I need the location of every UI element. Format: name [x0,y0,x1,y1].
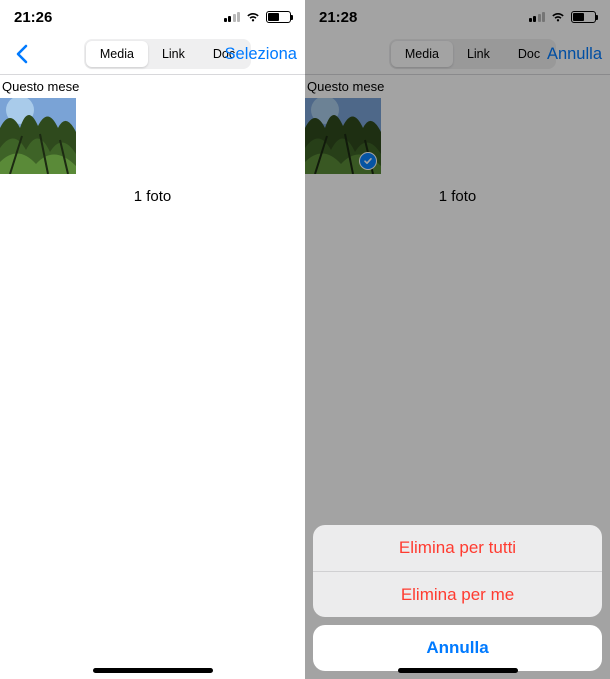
media-grid [0,98,305,174]
nav-bar: Media Link Doc Annulla [305,34,610,74]
battery-icon [266,11,291,23]
home-indicator[interactable] [398,668,518,673]
screen-left: 21:26 Media Link Doc Seleziona Questo me… [0,0,305,679]
tab-link[interactable]: Link [148,41,199,67]
back-button[interactable] [6,44,36,64]
cellular-signal-icon [224,12,241,22]
media-thumbnail[interactable] [0,98,76,174]
nav-bar: Media Link Doc Seleziona [0,34,305,74]
photo-count: 1 foto [305,188,610,205]
section-header: Questo mese [305,75,610,98]
wifi-icon [550,11,566,23]
media-grid [305,98,610,174]
action-sheet-group: Elimina per tutti Elimina per me [313,525,602,617]
media-thumbnail[interactable] [305,98,381,174]
action-sheet: Elimina per tutti Elimina per me Annulla [313,525,602,671]
status-bar: 21:28 [305,0,610,34]
chevron-left-icon [14,44,28,64]
segmented-control[interactable]: Media Link Doc [389,39,556,69]
status-right [529,11,597,23]
delete-for-me-button[interactable]: Elimina per me [313,571,602,617]
screen-right: 21:28 Media Link Doc Annulla Questo mese [305,0,610,679]
tab-media[interactable]: Media [86,41,148,67]
status-right [224,11,292,23]
tab-media[interactable]: Media [391,41,453,67]
wifi-icon [245,11,261,23]
delete-for-everyone-button[interactable]: Elimina per tutti [313,525,602,571]
battery-icon [571,11,596,23]
status-time: 21:28 [319,9,357,26]
status-bar: 21:26 [0,0,305,34]
action-sheet-cancel-button[interactable]: Annulla [313,625,602,671]
photo-count: 1 foto [0,188,305,205]
select-button[interactable]: Seleziona [225,45,297,64]
section-header: Questo mese [0,75,305,98]
selected-checkmark-icon [359,152,377,170]
home-indicator[interactable] [93,668,213,673]
status-time: 21:26 [14,9,52,26]
tab-link[interactable]: Link [453,41,504,67]
cellular-signal-icon [529,12,546,22]
cancel-selection-button[interactable]: Annulla [547,45,602,64]
